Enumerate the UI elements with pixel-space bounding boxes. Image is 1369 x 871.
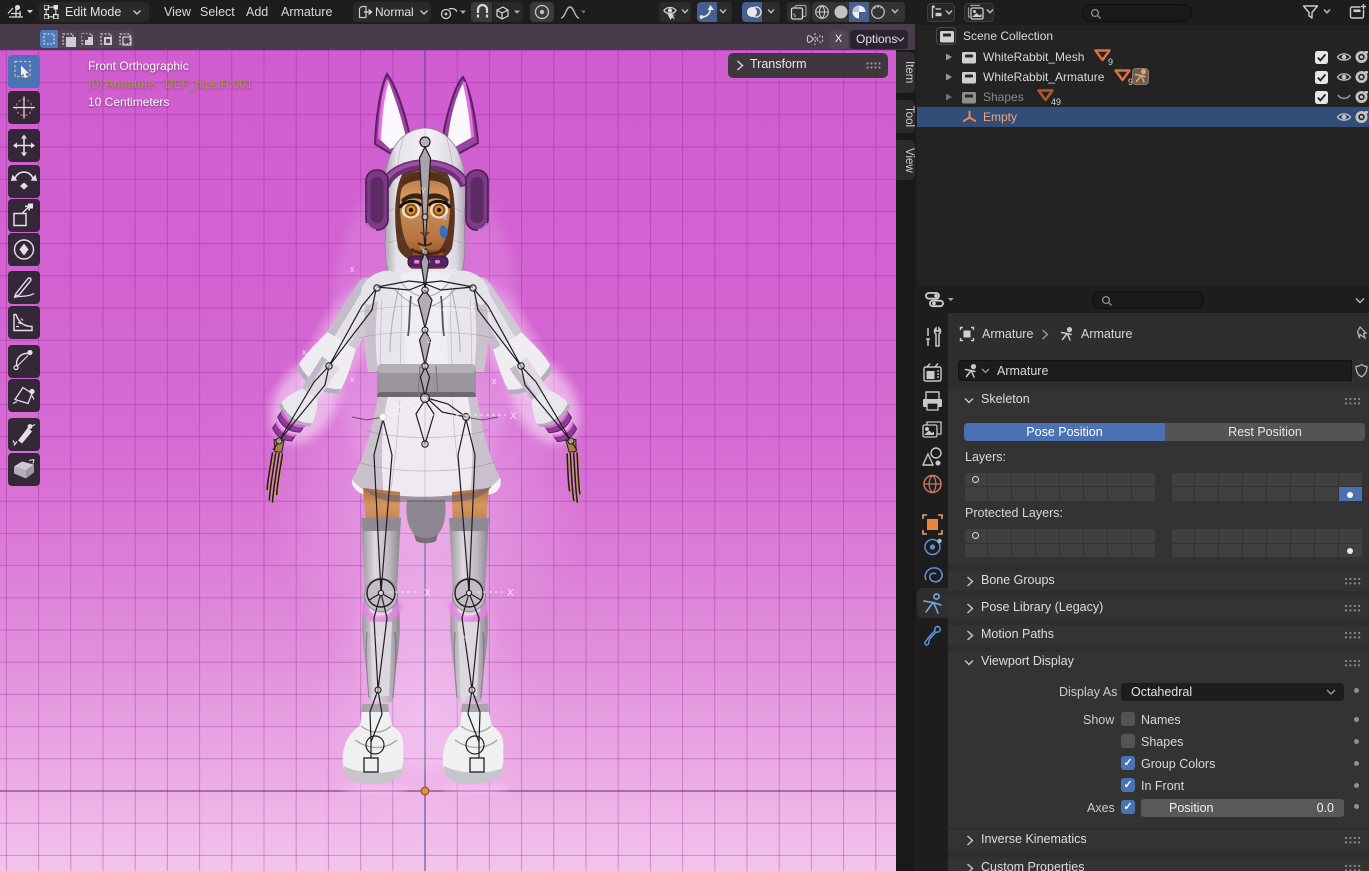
svg-text:x: x xyxy=(302,347,307,357)
svg-text:Y: Y xyxy=(541,386,547,396)
svg-text:X: X xyxy=(424,588,431,599)
svg-text:X: X xyxy=(510,411,517,422)
svg-text:Y: Y xyxy=(302,386,308,396)
svg-text:x: x xyxy=(350,264,355,274)
svg-text:X: X xyxy=(507,588,514,599)
svg-text:Y: Y xyxy=(375,634,381,644)
svg-text:Y: Y xyxy=(421,186,427,196)
svg-text:9: 9 xyxy=(1108,57,1113,66)
svg-text:Y: Y xyxy=(463,634,469,644)
svg-text:Z: Z xyxy=(427,335,433,345)
svg-text:X: X xyxy=(469,305,476,316)
svg-text:Y: Y xyxy=(420,245,426,255)
svg-text:49: 49 xyxy=(1051,97,1061,106)
svg-text:Y: Y xyxy=(381,469,387,479)
svg-text:Y: Y xyxy=(465,469,471,479)
svg-text:x: x xyxy=(492,376,497,386)
svg-text:x: x xyxy=(350,374,355,384)
